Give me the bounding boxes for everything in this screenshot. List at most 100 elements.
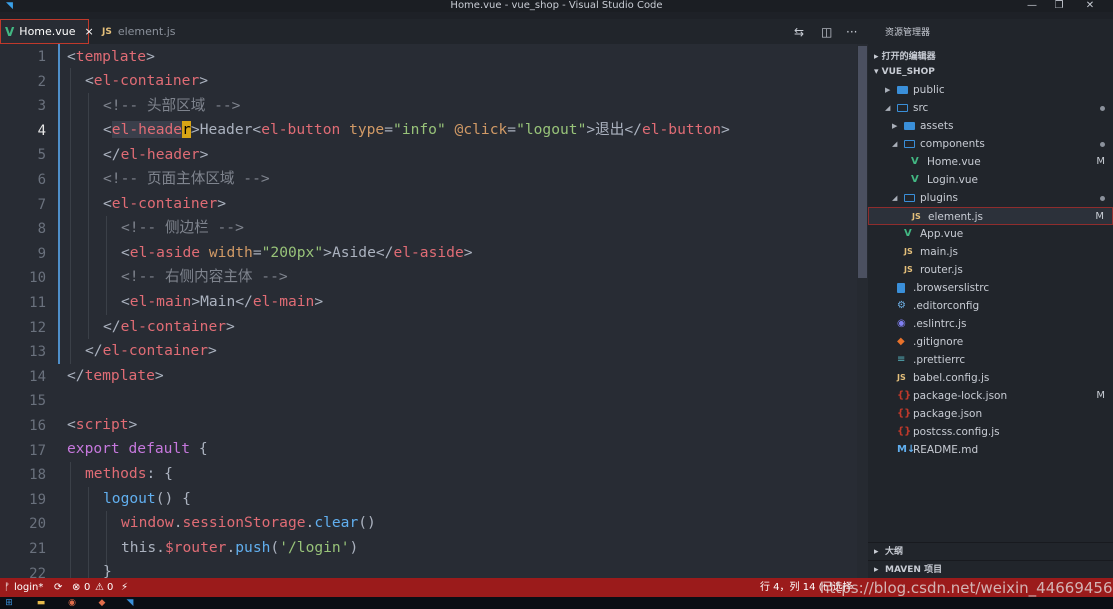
tree-item-label: plugins bbox=[920, 192, 958, 204]
chrome-icon[interactable]: ◉ bbox=[66, 598, 78, 609]
tree-item[interactable]: ≡ .prettierrc bbox=[868, 351, 1113, 369]
token: ) bbox=[349, 539, 359, 556]
watermark: https://blog.csdn.net/weixin_44669456 bbox=[820, 579, 1113, 597]
tree-item[interactable]: ▶ assets bbox=[868, 117, 1113, 135]
title-bar: ◥ Home.vue - vue_shop - Visual Studio Co… bbox=[0, 0, 1113, 12]
git-modified-badge: M bbox=[1096, 156, 1105, 167]
outline-section[interactable]: ▸ 大纲 bbox=[868, 542, 1113, 560]
js-file-icon: JS bbox=[904, 265, 913, 274]
tree-item[interactable]: M↓ README.md bbox=[868, 441, 1113, 459]
token: el-container bbox=[111, 195, 218, 212]
split-editor-icon[interactable]: ◫ bbox=[821, 19, 832, 44]
tree-item[interactable]: JS main.js bbox=[868, 243, 1113, 261]
token: < bbox=[103, 195, 112, 212]
tree-item[interactable]: V Home.vue M bbox=[868, 153, 1113, 171]
code-line-6: <!-- 页面主体区域 --> bbox=[103, 167, 270, 192]
error-count[interactable]: 0 bbox=[84, 578, 90, 597]
git-branch-icon[interactable]: ᚠ bbox=[4, 578, 10, 597]
line-number: 18 bbox=[29, 467, 46, 484]
more-actions-icon[interactable]: ··· bbox=[846, 19, 857, 44]
token: logout bbox=[103, 490, 156, 507]
vscode-taskbar-icon[interactable]: ◥ bbox=[124, 598, 136, 609]
code-line-3: <!-- 头部区域 --> bbox=[103, 94, 240, 119]
line-number: 10 bbox=[29, 270, 46, 287]
line-number: 9 bbox=[37, 245, 46, 262]
tree-item[interactable]: {} package-lock.json M bbox=[868, 387, 1113, 405]
token: > bbox=[154, 367, 164, 384]
tree-item[interactable]: ⚙ .editorconfig bbox=[868, 297, 1113, 315]
code-line-14: </template> bbox=[67, 364, 164, 389]
tree-item-label: assets bbox=[920, 120, 954, 132]
tab-home-vue[interactable]: V Home.vue × bbox=[0, 19, 94, 44]
close-window-button[interactable]: ✕ bbox=[1067, 0, 1113, 12]
git-modified-badge: M bbox=[1095, 211, 1104, 222]
close-tab-icon[interactable]: × bbox=[85, 25, 94, 38]
tree-item[interactable]: V Login.vue bbox=[868, 171, 1113, 189]
tree-item[interactable]: ◉ .eslintrc.js bbox=[868, 315, 1113, 333]
tree-item-label: Login.vue bbox=[927, 174, 978, 186]
line-number: 17 bbox=[29, 442, 46, 459]
warning-count[interactable]: 0 bbox=[107, 578, 113, 597]
tab-element-js[interactable]: JS element.js bbox=[96, 19, 196, 44]
token: template bbox=[84, 367, 155, 384]
explorer-icon[interactable]: ▬ bbox=[35, 598, 47, 609]
token: < bbox=[67, 48, 76, 65]
token: > bbox=[314, 293, 324, 310]
chevron-down-icon[interactable]: ◢ bbox=[892, 135, 897, 153]
error-icon[interactable]: ⊗ bbox=[72, 578, 80, 597]
tree-item[interactable]: JS element.js M bbox=[868, 207, 1113, 225]
tree-item[interactable]: JS router.js bbox=[868, 261, 1113, 279]
tree-item[interactable]: V App.vue bbox=[868, 225, 1113, 243]
tree-item[interactable]: ▶ public bbox=[868, 81, 1113, 99]
token: "info" bbox=[393, 121, 446, 138]
chevron-right-icon: ▸ bbox=[874, 565, 879, 575]
chevron-down-icon[interactable]: ◢ bbox=[885, 99, 890, 117]
windows-start-icon[interactable]: ⊞ bbox=[3, 598, 15, 609]
open-editors-section[interactable]: ▸ 打开的编辑器 bbox=[874, 49, 936, 62]
code-line-19: logout() { bbox=[103, 487, 191, 512]
token: : { bbox=[146, 465, 173, 482]
indent-guide bbox=[88, 93, 89, 339]
token: </ bbox=[235, 293, 253, 310]
tree-item[interactable]: ◢ src bbox=[868, 99, 1113, 117]
tree-item[interactable]: ◆ .gitignore bbox=[868, 333, 1113, 351]
compare-icon[interactable]: ⇆ bbox=[794, 19, 804, 44]
token: push bbox=[235, 539, 271, 556]
tree-item[interactable]: ◢ plugins bbox=[868, 189, 1113, 207]
code-line-22: } bbox=[103, 560, 112, 578]
lightning-icon[interactable]: ⚡ bbox=[121, 578, 128, 597]
project-section[interactable]: ▾ VUE_SHOP bbox=[874, 67, 935, 77]
tree-item[interactable]: .browserslistrc bbox=[868, 279, 1113, 297]
window-title: Home.vue - vue_shop - Visual Studio Code bbox=[450, 0, 663, 11]
editor-scroll-thumb[interactable] bbox=[858, 46, 867, 278]
token: < bbox=[67, 416, 76, 433]
maven-section[interactable]: ▸ MAVEN 项目 bbox=[868, 560, 1113, 578]
warning-icon[interactable]: ⚠ bbox=[95, 578, 104, 597]
token: = bbox=[252, 244, 262, 261]
tree-item[interactable]: {} postcss.config.js bbox=[868, 423, 1113, 441]
sync-icon[interactable]: ⟳ bbox=[54, 578, 62, 597]
token: 右侧内容主体 bbox=[164, 268, 253, 285]
token: . bbox=[156, 539, 165, 556]
code-line-4: <el-header>Header<el-button type="info" … bbox=[103, 118, 730, 143]
chevron-right-icon[interactable]: ▶ bbox=[885, 81, 890, 99]
chevron-down-icon[interactable]: ◢ bbox=[892, 189, 897, 207]
token: > bbox=[128, 416, 138, 433]
tree-item[interactable]: ◢ components bbox=[868, 135, 1113, 153]
folder-open-icon bbox=[904, 194, 915, 202]
line-number: 5 bbox=[37, 147, 46, 164]
tree-item[interactable]: {} package.json bbox=[868, 405, 1113, 423]
token: el-container bbox=[120, 318, 227, 335]
code-line-12: </el-container> bbox=[103, 315, 235, 340]
app-icon[interactable]: ◆ bbox=[96, 598, 108, 609]
chevron-right-icon[interactable]: ▶ bbox=[892, 117, 897, 135]
tree-item[interactable]: JS babel.config.js bbox=[868, 369, 1113, 387]
git-branch[interactable]: login* bbox=[14, 578, 43, 597]
line-number: 14 bbox=[29, 368, 46, 385]
token: el-button bbox=[641, 121, 722, 138]
code-editor[interactable]: 1 2 3 4 5 6 7 8 9 10 11 12 13 14 15 16 17 18 19 20 21 22 <tem… bbox=[0, 44, 868, 578]
token: () { bbox=[155, 490, 191, 507]
tree-item-label: src bbox=[913, 102, 929, 114]
token: @click bbox=[454, 121, 508, 138]
